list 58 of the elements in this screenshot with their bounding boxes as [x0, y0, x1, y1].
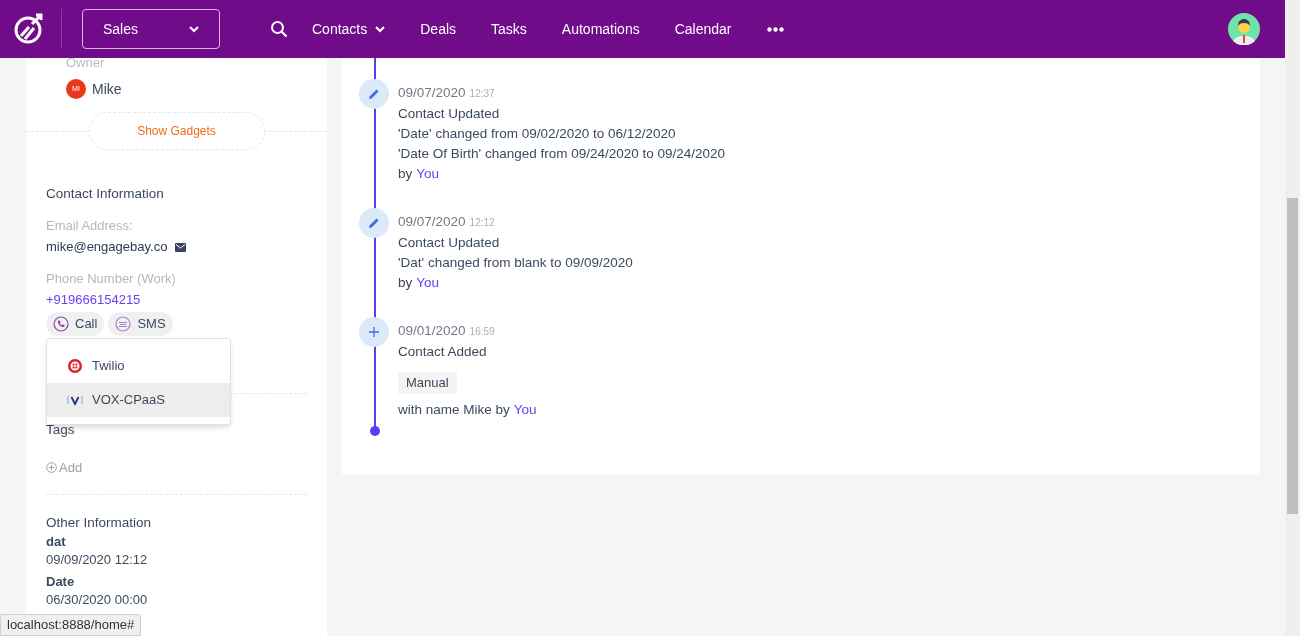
envelope-icon[interactable] [175, 242, 187, 252]
change-text: 'Date' changed from 09/02/2020 to 06/12/2020 [398, 125, 677, 143]
field-value: 06/30/2020 00:00 [46, 590, 148, 609]
nav-link[interactable]: Contacts [312, 18, 386, 40]
phone-icon [53, 315, 69, 332]
author-link[interactable]: You [416, 164, 440, 184]
caret-icon [189, 25, 199, 33]
author-link[interactable]: You [416, 273, 440, 293]
nav-link[interactable]: Automations [561, 18, 640, 40]
nav-link[interactable]: Calendar [674, 18, 732, 40]
event-date: 09/01/2020 [398, 322, 466, 340]
event-date: 09/07/2020 [398, 84, 466, 102]
search-icon[interactable] [270, 20, 288, 38]
phone-action-button[interactable]: Call [46, 311, 105, 336]
owner-name: Mike [92, 79, 122, 99]
change-text: 'Dat' changed from blank to 09/09/2020 [398, 254, 633, 272]
source-tag: Manual [398, 372, 457, 394]
plus-circle-icon [46, 462, 57, 474]
author-link[interactable]: You [513, 400, 537, 420]
author-text: by [398, 165, 413, 183]
event-time: 16:59 [469, 325, 495, 339]
more-icon[interactable] [766, 26, 784, 32]
pipeline-dropdown[interactable]: Sales [82, 9, 220, 49]
event-title: Contact Updated [398, 234, 501, 252]
field-value: 09/09/2020 12:12 [46, 550, 148, 569]
event-time: 12:37 [469, 87, 495, 101]
plus-icon [369, 327, 379, 337]
author-text: by [398, 274, 413, 292]
phone-action-button[interactable]: SMS [108, 311, 173, 336]
section-title: Other Information [46, 513, 153, 532]
field-label: Phone Number (Work) [46, 269, 177, 288]
pencil-icon [368, 217, 380, 229]
email-value: mike@engagebay.co [46, 238, 168, 257]
message-icon [115, 315, 132, 332]
author-text: with name Mike by [398, 401, 510, 419]
event-date: 09/07/2020 [398, 213, 466, 231]
logo-icon[interactable] [12, 12, 46, 46]
v-wave-icon [67, 393, 83, 406]
avatar-icon[interactable] [1228, 13, 1260, 45]
nav-link[interactable]: Tasks [491, 18, 527, 40]
nav-link[interactable]: Deals [420, 18, 457, 40]
event-title: Contact Updated [398, 105, 501, 123]
field-name: dat [46, 532, 66, 551]
section-title: Contact Information [46, 184, 165, 203]
change-text: 'Date Of Birth' changed from 09/24/2020 to 09/24/2020 [398, 145, 726, 163]
event-time: 12:12 [469, 216, 495, 230]
phone-link[interactable]: +919666154215 [46, 290, 141, 310]
status-bar-url: localhost:8888/home# [0, 614, 142, 636]
event-title: Contact Added [398, 343, 488, 361]
caret-icon [375, 25, 386, 33]
pencil-icon [368, 88, 380, 100]
menu-item[interactable]: VOX-CPaaS [47, 382, 230, 417]
field-label: Email Address: [46, 216, 134, 235]
section-title: Tags [46, 420, 76, 439]
owner-label: Owner [65, 54, 106, 72]
field-name: Date [46, 572, 75, 591]
circle-dots-icon [67, 357, 83, 374]
menu-item[interactable]: Twilio [47, 348, 230, 383]
